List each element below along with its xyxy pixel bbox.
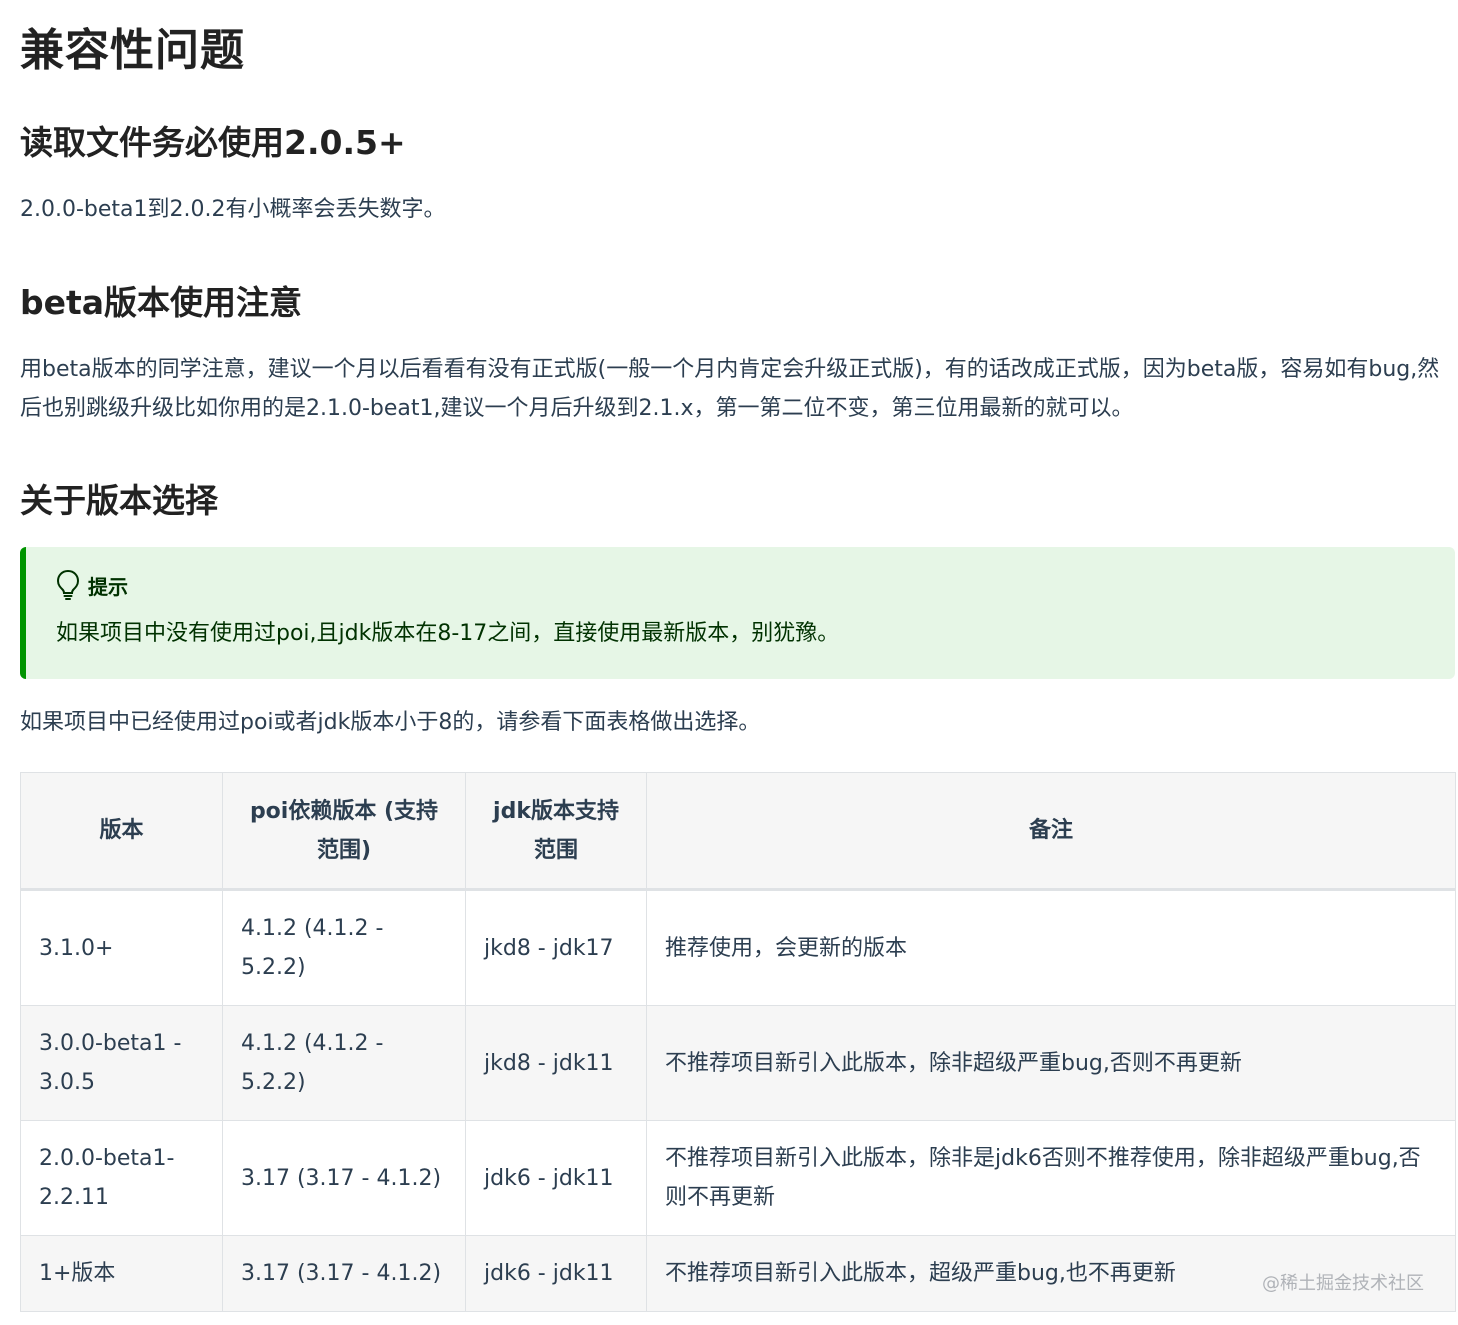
version-table: 版本 poi依赖版本 (支持范围) jdk版本支持范围 备注 3.1.0+ 4.… — [20, 772, 1456, 1312]
table-row: 3.1.0+ 4.1.2 (4.1.2 - 5.2.2) jkd8 - jdk1… — [20, 889, 1456, 1006]
heading-version-choice: 关于版本选择 — [20, 481, 218, 520]
cell-notes: 不推荐项目新引入此版本，除非超级严重bug,否则不再更新 — [646, 1005, 1456, 1121]
page-title: 兼容性问题 — [20, 25, 245, 76]
header-notes: 备注 — [646, 772, 1456, 891]
header-jdk: jdk版本支持范围 — [465, 772, 647, 891]
cell-notes: 推荐使用，会更新的版本 — [646, 889, 1456, 1006]
lightbulb-icon — [56, 569, 80, 601]
paragraph-read-file: 2.0.0-beta1到2.0.2有小概率会丢失数字。 — [20, 197, 446, 222]
tip-body: 如果项目中没有使用过poi,且jdk版本在8-17之间，直接使用最新版本，别犹豫… — [56, 621, 840, 646]
cell-jdk: jkd8 - jdk17 — [465, 889, 647, 1006]
cell-version: 3.1.0+ — [20, 889, 223, 1006]
cell-jdk: jdk6 - jdk11 — [465, 1120, 647, 1236]
table-row: 1+版本 3.17 (3.17 - 4.1.2) jdk6 - jdk11 不推… — [20, 1235, 1456, 1312]
cell-poi: 3.17 (3.17 - 4.1.2) — [222, 1120, 466, 1236]
header-version: 版本 — [20, 772, 223, 891]
cell-notes: 不推荐项目新引入此版本，除非是jdk6否则不推荐使用，除非超级严重bug,否则不… — [646, 1120, 1456, 1236]
tip-title: 提示 — [88, 574, 128, 599]
cell-version: 1+版本 — [20, 1235, 223, 1312]
table-header-row: 版本 poi依赖版本 (支持范围) jdk版本支持范围 备注 — [20, 772, 1456, 891]
cell-poi: 4.1.2 (4.1.2 - 5.2.2) — [222, 889, 466, 1006]
header-poi: poi依赖版本 (支持范围) — [222, 772, 466, 891]
cell-jdk: jdk6 - jdk11 — [465, 1235, 647, 1312]
cell-version: 2.0.0-beta1-2.2.11 — [20, 1120, 223, 1236]
cell-poi: 3.17 (3.17 - 4.1.2) — [222, 1235, 466, 1312]
paragraph-table-intro: 如果项目中已经使用过poi或者jdk版本小于8的，请参看下面表格做出选择。 — [20, 710, 761, 735]
cell-poi: 4.1.2 (4.1.2 - 5.2.2) — [222, 1005, 466, 1121]
paragraph-beta-notice: 用beta版本的同学注意，建议一个月以后看看有没有正式版(一般一个月内肯定会升级… — [20, 357, 1440, 421]
watermark: @稀土掘金技术社区 — [1262, 1273, 1424, 1294]
tip-header: 提示 — [56, 569, 128, 601]
table-row: 2.0.0-beta1-2.2.11 3.17 (3.17 - 4.1.2) j… — [20, 1120, 1456, 1236]
tip-callout: 提示 如果项目中没有使用过poi,且jdk版本在8-17之间，直接使用最新版本，… — [20, 547, 1455, 679]
table-row: 3.0.0-beta1 - 3.0.5 4.1.2 (4.1.2 - 5.2.2… — [20, 1005, 1456, 1121]
heading-read-file: 读取文件务必使用2.0.5+ — [20, 123, 406, 162]
cell-version: 3.0.0-beta1 - 3.0.5 — [20, 1005, 223, 1121]
cell-jdk: jkd8 - jdk11 — [465, 1005, 647, 1121]
heading-beta-notice: beta版本使用注意 — [20, 283, 303, 322]
